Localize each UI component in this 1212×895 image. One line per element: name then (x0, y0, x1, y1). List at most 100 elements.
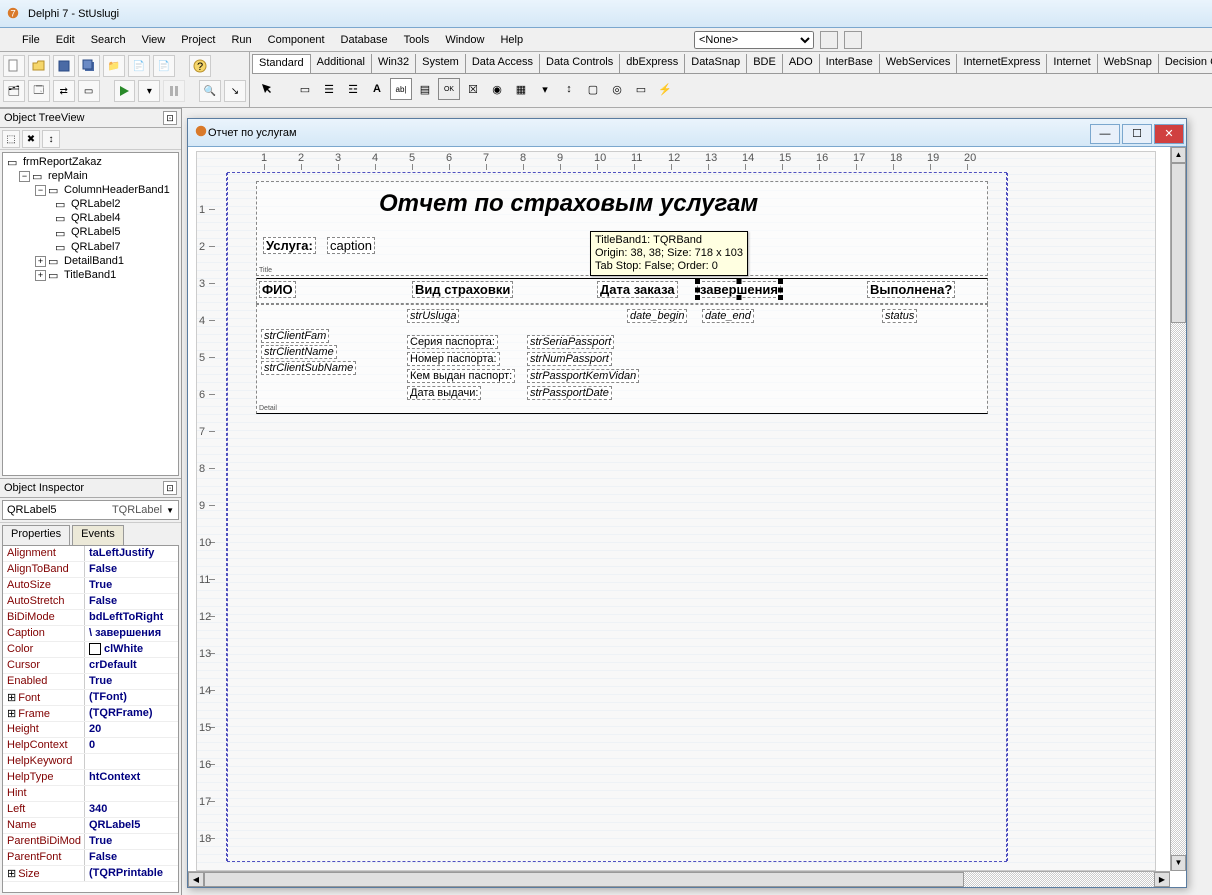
prop-row[interactable]: BiDiModebdLeftToRight (3, 610, 178, 626)
prop-name[interactable]: Cursor (3, 658, 85, 673)
project-combo[interactable]: <None> (694, 31, 814, 49)
prop-value[interactable]: True (85, 834, 178, 849)
prop-name[interactable]: ⊞Size (3, 866, 85, 881)
prop-name[interactable]: Caption (3, 626, 85, 641)
new-form-btn[interactable]: ▭ (78, 80, 100, 102)
prop-value[interactable]: clWhite (85, 642, 178, 657)
prop-value[interactable]: True (85, 578, 178, 593)
prop-value[interactable]: \ завершения (85, 626, 178, 641)
ctab-datasnap[interactable]: DataSnap (685, 54, 747, 73)
column-header-band[interactable]: ФИО Вид страховки Дата заказа завершения… (256, 278, 988, 304)
prop-name[interactable]: AutoSize (3, 578, 85, 593)
qr-num-lbl[interactable]: Номер паспорта: (407, 352, 500, 366)
prop-name[interactable]: ⊞Frame (3, 706, 85, 721)
prop-value[interactable]: QRLabel5 (85, 818, 178, 833)
prop-value[interactable]: True (85, 674, 178, 689)
inspector-grid[interactable]: AlignmenttaLeftJustifyAlignToBandFalseAu… (2, 545, 179, 893)
prop-row[interactable]: AutoStretchFalse (3, 594, 178, 610)
scroll-down-icon[interactable]: ▼ (1171, 855, 1186, 871)
ctab-dbexpress[interactable]: dbExpress (620, 54, 685, 73)
qr-fio[interactable]: ФИО (259, 281, 296, 298)
prop-name[interactable]: AlignToBand (3, 562, 85, 577)
inspector-pin-icon[interactable]: ⊡ (163, 481, 177, 495)
ctab-ado[interactable]: ADO (783, 54, 820, 73)
prop-name[interactable]: AutoStretch (3, 594, 85, 609)
menu-edit[interactable]: Edit (48, 31, 83, 49)
scroll-thumb-h[interactable] (204, 872, 964, 887)
qr-seria-lbl[interactable]: Серия паспорта: (407, 335, 498, 349)
menu-tools[interactable]: Tools (396, 31, 438, 49)
prop-value[interactable]: (TQRFrame) (85, 706, 178, 721)
mainmenu-icon[interactable]: ☰ (318, 78, 340, 100)
radiobutton-icon[interactable]: ◉ (486, 78, 508, 100)
menu-database[interactable]: Database (333, 31, 396, 49)
treeview-pin-icon[interactable]: ⊡ (163, 111, 177, 125)
prop-name[interactable]: HelpType (3, 770, 85, 785)
prop-value[interactable]: crDefault (85, 658, 178, 673)
prop-row[interactable]: NameQRLabel5 (3, 818, 178, 834)
prop-row[interactable]: EnabledTrue (3, 674, 178, 690)
ctab-dataaccess[interactable]: Data Access (466, 54, 540, 73)
prop-value[interactable]: taLeftJustify (85, 546, 178, 561)
prop-row[interactable]: CursorcrDefault (3, 658, 178, 674)
form-canvas[interactable]: 1234567891011121314151617181920 12345678… (188, 147, 1186, 887)
prop-name[interactable]: ParentFont (3, 850, 85, 865)
form-titlebar[interactable]: Отчет по услугам — ☐ ✕ (188, 119, 1186, 147)
add-file-btn[interactable]: 📄 (128, 55, 150, 77)
report-title-label[interactable]: Отчет по страховым услугам (377, 190, 760, 218)
vertical-scrollbar[interactable]: ▲ ▼ (1170, 147, 1186, 871)
qr-date-zakaza[interactable]: Дата заказа (597, 281, 678, 298)
menu-search[interactable]: Search (83, 31, 134, 49)
qr-vid[interactable]: Вид страховки (412, 281, 513, 298)
memo-icon[interactable]: ▤ (414, 78, 436, 100)
qr-zaversheniya[interactable]: завершения (697, 281, 781, 298)
open-project-icon[interactable] (820, 31, 838, 49)
qr-strusluga[interactable]: strUsluga (407, 309, 459, 323)
prop-row[interactable]: Left340 (3, 802, 178, 818)
prop-name[interactable]: HelpKeyword (3, 754, 85, 769)
menu-project[interactable]: Project (173, 31, 223, 49)
qr-datevyd-lbl[interactable]: Дата выдачи: (407, 386, 481, 400)
tree-btn-2[interactable]: ✖ (22, 130, 40, 148)
menu-run[interactable]: Run (223, 31, 259, 49)
prop-row[interactable]: ⊞Frame(TQRFrame) (3, 706, 178, 722)
ctab-internetexpress[interactable]: InternetExpress (957, 54, 1047, 73)
new-btn[interactable] (3, 55, 25, 77)
prop-row[interactable]: ⊞Size(TQRPrintable (3, 866, 178, 882)
qr-clientname[interactable]: strClientName (261, 345, 337, 359)
prop-name[interactable]: Left (3, 802, 85, 817)
menu-view[interactable]: View (134, 31, 174, 49)
actionlist-icon[interactable]: ⚡ (654, 78, 676, 100)
project-options-icon[interactable] (844, 31, 862, 49)
prop-name[interactable]: ⊞Font (3, 690, 85, 705)
prop-row[interactable]: AlignToBandFalse (3, 562, 178, 578)
prop-name[interactable]: Enabled (3, 674, 85, 689)
prop-name[interactable]: Height (3, 722, 85, 737)
prop-value[interactable] (85, 754, 178, 769)
prop-row[interactable]: ⊞Font(TFont) (3, 690, 178, 706)
combobox-icon[interactable]: ▾ (534, 78, 556, 100)
prop-value[interactable]: False (85, 562, 178, 577)
ctab-interbase[interactable]: InterBase (820, 54, 880, 73)
qr-status[interactable]: status (882, 309, 917, 323)
qr-kem-val[interactable]: strPassportKemVidan (527, 369, 639, 383)
pointer-icon[interactable] (256, 78, 278, 100)
prop-row[interactable]: Hint (3, 786, 178, 802)
button-icon[interactable]: OK (438, 78, 460, 100)
ctab-system[interactable]: System (416, 54, 466, 73)
qr-usluga-label[interactable]: Услуга: (263, 237, 316, 254)
prop-row[interactable]: HelpTypehtContext (3, 770, 178, 786)
prop-row[interactable]: HelpKeyword (3, 754, 178, 770)
qr-kem-lbl[interactable]: Кем выдан паспорт: (407, 369, 515, 383)
listbox-icon[interactable]: ▦ (510, 78, 532, 100)
ctab-win32[interactable]: Win32 (372, 54, 416, 73)
menu-window[interactable]: Window (437, 31, 492, 49)
edit-icon[interactable]: ab| (390, 78, 412, 100)
minimize-button[interactable]: — (1090, 124, 1120, 144)
prop-value[interactable]: 20 (85, 722, 178, 737)
inspector-tab-properties[interactable]: Properties (2, 525, 70, 545)
form-window[interactable]: Отчет по услугам — ☐ ✕ 12345678910111213… (187, 118, 1187, 888)
panel-icon[interactable]: ▭ (630, 78, 652, 100)
prop-name[interactable]: BiDiMode (3, 610, 85, 625)
prop-row[interactable]: Height20 (3, 722, 178, 738)
